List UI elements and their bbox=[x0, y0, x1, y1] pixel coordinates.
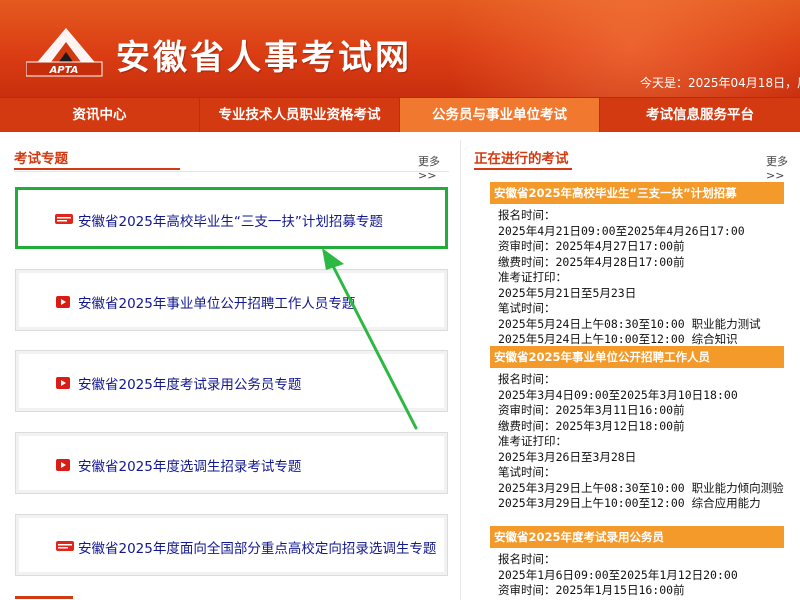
site-title: 安徽省人事考试网 bbox=[116, 38, 412, 78]
play-icon bbox=[56, 459, 70, 471]
schedule-line: 资审时间：2025年4月27日17:00前 bbox=[498, 239, 685, 253]
topic-label: 安徽省2025年度选调生招录考试专题 bbox=[78, 459, 302, 475]
apta-logo[interactable]: APTA bbox=[26, 22, 106, 78]
topic-label: 安徽省2025年高校毕业生“三支一扶”计划招募专题 bbox=[78, 214, 383, 230]
exam-block-sanzhiyifu: 安徽省2025年高校毕业生“三支一扶”计划招募 报名时间： 2025年4月21日… bbox=[490, 182, 800, 348]
topic-item-selected-graduates[interactable]: 安徽省2025年度选调生招录考试专题 bbox=[15, 432, 448, 494]
schedule-line: 2025年3月29日上午08:30至10:00 职业能力倾向测验 bbox=[498, 480, 784, 495]
schedule-line: 报名时间： bbox=[498, 372, 556, 386]
next-section-bar bbox=[15, 596, 73, 599]
play-icon bbox=[56, 377, 70, 389]
logo-text: APTA bbox=[49, 65, 79, 76]
topic-label: 安徽省2025年事业单位公开招聘工作人员专题 bbox=[78, 296, 356, 312]
play-icon bbox=[56, 296, 70, 308]
topic-item-public-institutions[interactable]: 安徽省2025年事业单位公开招聘工作人员专题 bbox=[15, 269, 448, 331]
schedule-line: 资审时间：2025年3月11日16:00前 bbox=[498, 403, 685, 417]
title-underline bbox=[474, 168, 572, 170]
exam-schedule: 报名时间： 2025年4月21日09:00至2025年4月26日17:00 资审… bbox=[490, 204, 800, 348]
topic-label: 安徽省2025年度面向全国部分重点高校定向招录选调生专题 bbox=[78, 541, 437, 557]
exam-title[interactable]: 安徽省2025年度考试录用公务员 bbox=[490, 526, 784, 548]
site-header: APTA 安徽省人事考试网 今天是：2025年04月18日，周五 bbox=[0, 0, 800, 97]
schedule-line: 资审时间：2025年1月15日16:00前 bbox=[498, 583, 685, 597]
topics-header: 考试专题 更多>> bbox=[14, 147, 449, 182]
nav-item-professional-exams[interactable]: 专业技术人员职业资格考试 bbox=[200, 98, 400, 132]
exam-schedule: 报名时间： 2025年1月6日09:00至2025年1月12日20:00 资审时… bbox=[490, 548, 800, 599]
exam-block-civil-servants: 安徽省2025年度考试录用公务员 报名时间： 2025年1月6日09:00至20… bbox=[490, 526, 800, 599]
schedule-line: 2025年5月21日至5月23日 bbox=[498, 285, 637, 300]
topics-more-link[interactable]: 更多>> bbox=[418, 153, 449, 182]
exam-schedule: 报名时间： 2025年3月4日09:00至2025年3月10日18:00 资审时… bbox=[490, 368, 800, 512]
topic-item-sanzhiyifu[interactable]: 安徽省2025年高校毕业生“三支一扶”计划招募专题 bbox=[15, 187, 448, 249]
new-badge-icon bbox=[56, 541, 74, 551]
topic-label: 安徽省2025年度考试录用公务员专题 bbox=[78, 377, 302, 393]
schedule-line: 2025年1月6日09:00至2025年1月12日20:00 bbox=[498, 567, 738, 582]
column-divider bbox=[460, 140, 461, 600]
nav-item-news[interactable]: 资讯中心 bbox=[0, 98, 200, 132]
exam-title[interactable]: 安徽省2025年高校毕业生“三支一扶”计划招募 bbox=[490, 182, 784, 204]
topic-item-civil-servants[interactable]: 安徽省2025年度考试录用公务员专题 bbox=[15, 350, 448, 412]
schedule-line: 2025年4月21日09:00至2025年4月26日17:00 bbox=[498, 223, 745, 238]
topic-item-key-universities[interactable]: 安徽省2025年度面向全国部分重点高校定向招录选调生专题 bbox=[15, 514, 448, 576]
schedule-line: 报名时间： bbox=[498, 552, 556, 566]
schedule-line: 2025年3月26日至3月28日 bbox=[498, 449, 637, 464]
nav-item-exam-service-platform[interactable]: 考试信息服务平台 bbox=[600, 98, 800, 132]
new-badge-icon bbox=[55, 214, 73, 224]
schedule-line: 2025年3月4日09:00至2025年3月10日18:00 bbox=[498, 387, 738, 402]
ongoing-more-link[interactable]: 更多>> bbox=[766, 153, 800, 182]
schedule-line: 笔试时间： bbox=[498, 301, 556, 315]
schedule-line: 笔试时间： bbox=[498, 465, 556, 479]
schedule-line: 2025年5月24日上午08:30至10:00 职业能力测试 bbox=[498, 316, 761, 331]
exam-title[interactable]: 安徽省2025年事业单位公开招聘工作人员 bbox=[490, 346, 784, 368]
schedule-line: 缴费时间：2025年3月12日18:00前 bbox=[498, 418, 685, 433]
schedule-line: 2025年3月29日上午10:00至12:00 综合应用能力 bbox=[498, 496, 761, 510]
current-date: 今天是：2025年04月18日，周五 bbox=[640, 76, 800, 90]
title-underline bbox=[14, 168, 180, 170]
ongoing-header: 正在进行的考试 更多>> bbox=[474, 147, 800, 182]
ongoing-title: 正在进行的考试 bbox=[474, 151, 569, 167]
exam-block-public-institutions: 安徽省2025年事业单位公开招聘工作人员 报名时间： 2025年3月4日09:0… bbox=[490, 346, 800, 512]
main-nav: 资讯中心 专业技术人员职业资格考试 公务员与事业单位考试 考试信息服务平台 bbox=[0, 97, 800, 132]
schedule-line: 缴费时间：2025年4月28日17:00前 bbox=[498, 254, 685, 269]
nav-item-civil-service-exams[interactable]: 公务员与事业单位考试 bbox=[400, 98, 600, 132]
schedule-line: 准考证打印： bbox=[498, 434, 567, 448]
schedule-line: 报名时间： bbox=[498, 208, 556, 222]
schedule-line: 准考证打印： bbox=[498, 270, 567, 284]
